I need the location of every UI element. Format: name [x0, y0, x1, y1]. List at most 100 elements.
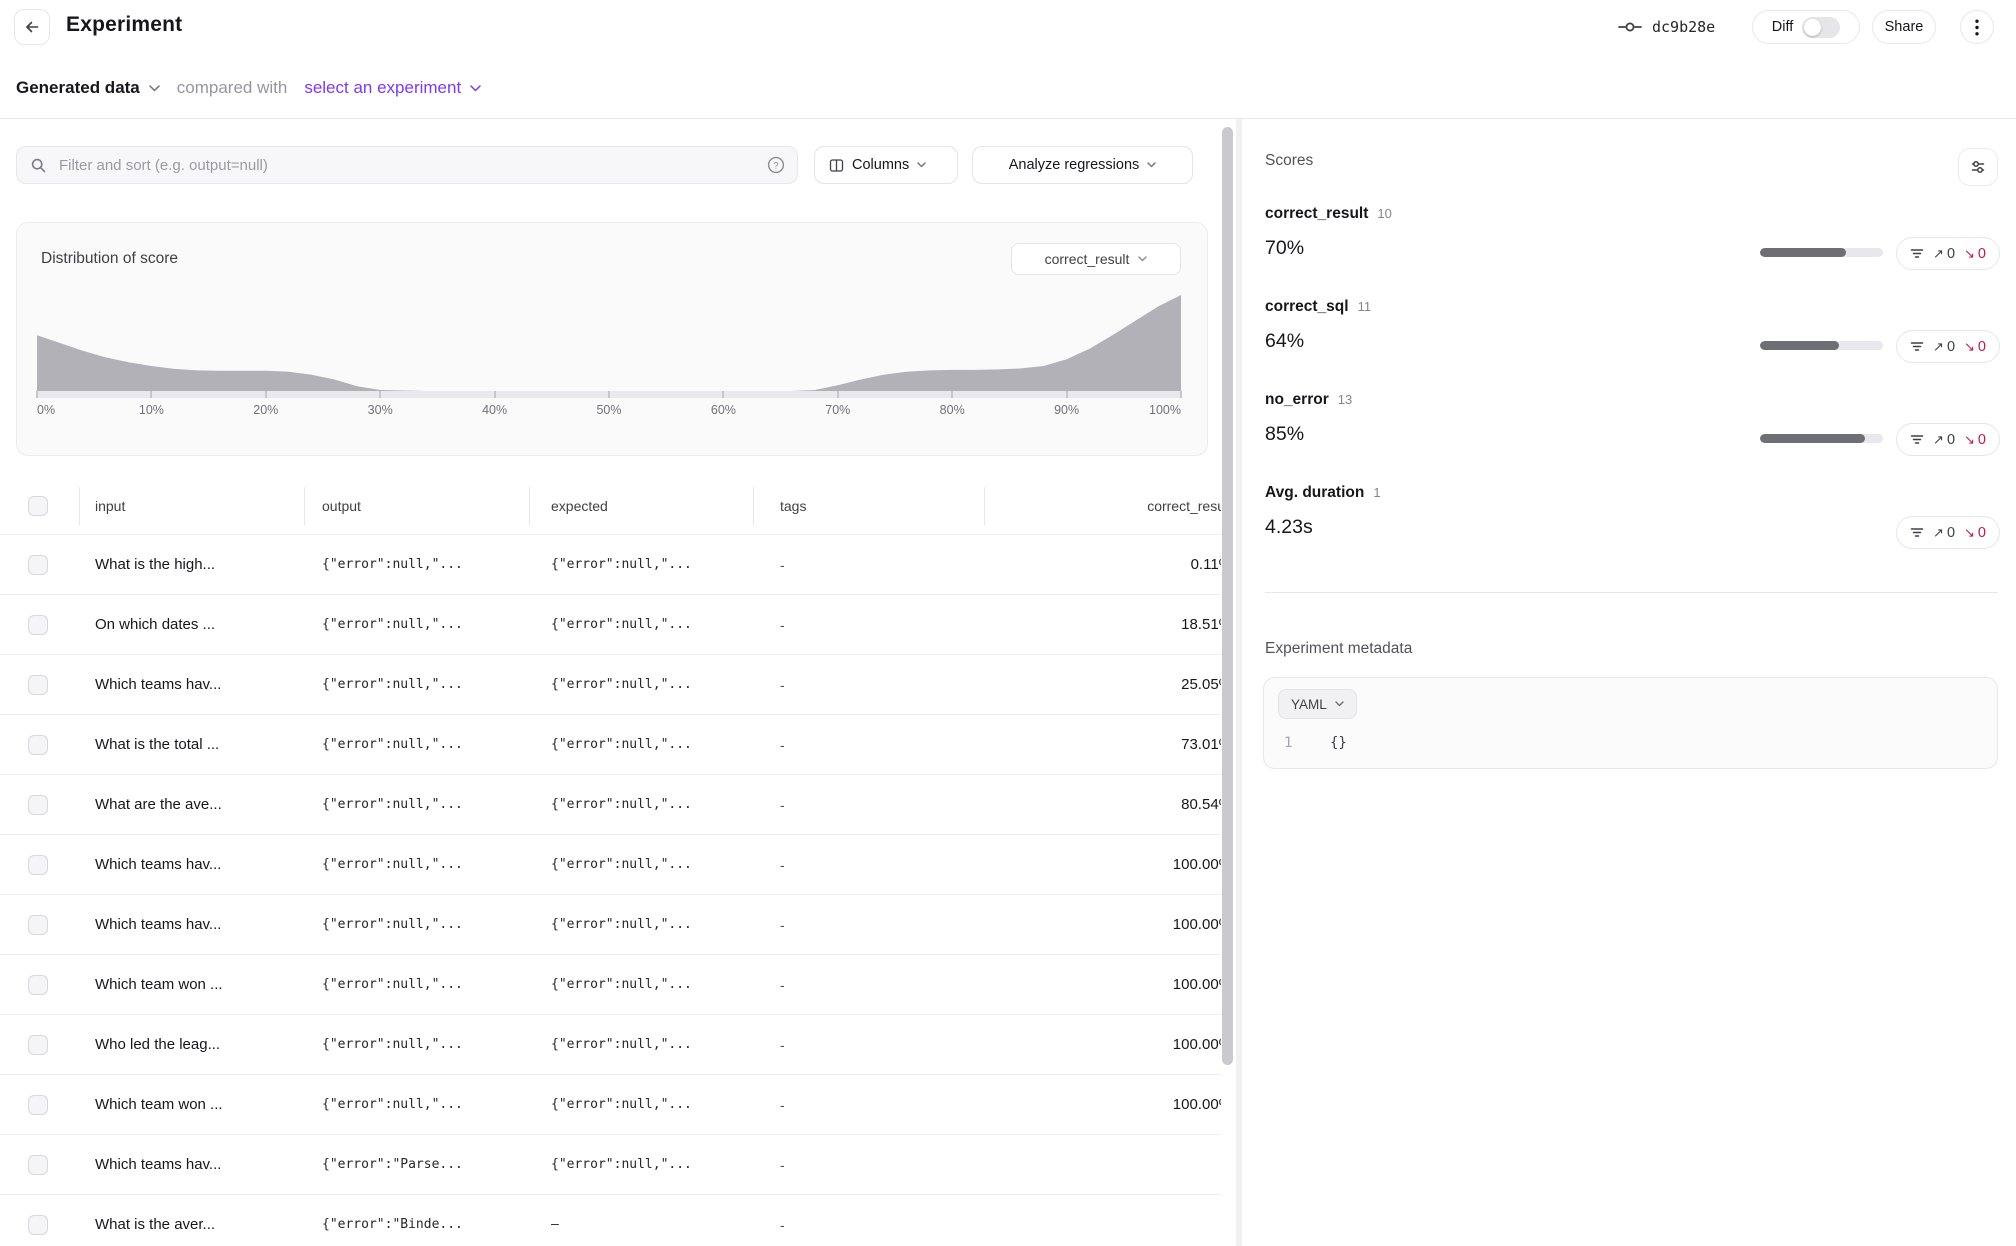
score-actions: ↗0 ↘0 — [1896, 330, 2000, 363]
base-experiment-dropdown[interactable]: Generated data — [16, 78, 160, 98]
diff-switch[interactable] — [1802, 17, 1840, 38]
filter-icon[interactable] — [1910, 340, 1924, 353]
filter-icon[interactable] — [1910, 526, 1924, 539]
select-experiment-dropdown[interactable]: select an experiment — [304, 78, 481, 98]
back-button[interactable] — [14, 9, 50, 45]
improvements-button[interactable]: ↗0 — [1933, 246, 1955, 262]
row-checkbox[interactable] — [28, 1095, 48, 1115]
row-checkbox[interactable] — [28, 675, 48, 695]
metadata-title: Experiment metadata — [1265, 640, 1412, 658]
compare-connector-label: compared with — [177, 78, 288, 98]
metadata-format-dropdown[interactable]: YAML — [1278, 689, 1357, 719]
cell-expected: {"error":null,"... — [551, 535, 751, 595]
x-axis-tick — [608, 391, 610, 398]
regressions-count: 0 — [1978, 246, 1986, 262]
improvements-count: 0 — [1947, 246, 1955, 262]
arrow-down-right-icon: ↘ — [1964, 246, 1975, 262]
metadata-card: YAML 1 {} — [1263, 677, 1998, 769]
columns-icon — [829, 158, 844, 173]
score-name: no_error — [1265, 391, 1329, 409]
filter-field: ? — [16, 146, 798, 184]
cell-output: {"error":null,"... — [322, 595, 522, 655]
cell-tags: - — [780, 715, 930, 775]
cell-expected: {"error":null,"... — [551, 715, 751, 775]
table-row[interactable]: What is the aver... {"error":"Binde... –… — [0, 1195, 1221, 1246]
cell-tags: - — [780, 895, 930, 955]
regressions-button[interactable]: ↘0 — [1964, 246, 1986, 262]
column-header-expected[interactable]: expected — [551, 478, 608, 535]
row-checkbox[interactable] — [28, 915, 48, 935]
table-row[interactable]: What is the total ... {"error":null,"...… — [0, 715, 1221, 775]
vertical-scrollbar-thumb[interactable] — [1222, 127, 1233, 1065]
cell-tags: - — [780, 835, 930, 895]
score-progress-fill — [1760, 341, 1839, 350]
filter-icon[interactable] — [1910, 247, 1924, 260]
score-progress-bar — [1760, 248, 1883, 257]
cell-input: Which teams hav... — [95, 655, 300, 715]
metadata-code[interactable]: {} — [1330, 735, 1347, 751]
regressions-button[interactable]: ↘0 — [1964, 525, 1986, 541]
column-header-tags[interactable]: tags — [780, 478, 806, 535]
table-row[interactable]: Which teams hav... {"error":"Parse... {"… — [0, 1135, 1221, 1195]
column-header-output[interactable]: output — [322, 478, 361, 535]
regressions-button[interactable]: ↘0 — [1964, 432, 1986, 448]
column-header-score[interactable]: correct_result — [984, 478, 1221, 535]
row-checkbox[interactable] — [28, 1155, 48, 1175]
analyze-regressions-button[interactable]: Analyze regressions — [972, 146, 1193, 184]
x-axis-label: 70% — [825, 403, 850, 417]
table-row[interactable]: What is the high... {"error":null,"... {… — [0, 535, 1221, 595]
row-checkbox[interactable] — [28, 855, 48, 875]
commit-info: dc9b28e — [1618, 12, 1715, 42]
x-axis-tick — [36, 391, 38, 398]
score-block: no_error 13 85% ↗0 ↘0 — [1265, 391, 2000, 461]
row-checkbox[interactable] — [28, 555, 48, 575]
table-row[interactable]: On which dates ... {"error":null,"... {"… — [0, 595, 1221, 655]
commit-hash: dc9b28e — [1652, 18, 1715, 36]
row-checkbox[interactable] — [28, 975, 48, 995]
cell-output: {"error":null,"... — [322, 775, 522, 835]
x-axis-labels: 0%10%20%30%40%50%60%70%80%90%100% — [37, 403, 1181, 419]
improvements-button[interactable]: ↗0 — [1933, 339, 1955, 355]
column-divider — [529, 487, 530, 525]
score-count: 11 — [1358, 299, 1372, 314]
diff-toggle-button[interactable]: Diff — [1752, 10, 1860, 44]
help-icon[interactable]: ? — [767, 156, 785, 174]
row-checkbox[interactable] — [28, 615, 48, 635]
table-row[interactable]: What are the ave... {"error":null,"... {… — [0, 775, 1221, 835]
cell-tags: - — [780, 1135, 930, 1195]
select-all-checkbox[interactable] — [28, 496, 48, 516]
more-options-button[interactable] — [1960, 10, 1994, 44]
table-row[interactable]: Which team won ... {"error":null,"... {"… — [0, 955, 1221, 1015]
filter-icon[interactable] — [1910, 433, 1924, 446]
column-header-input[interactable]: input — [95, 478, 125, 535]
regressions-count: 0 — [1978, 339, 1986, 355]
cell-input: Which team won ... — [95, 1075, 300, 1135]
filter-input[interactable] — [16, 146, 798, 184]
score-block: correct_sql 11 64% ↗0 ↘0 — [1265, 298, 2000, 368]
row-checkbox[interactable] — [28, 1035, 48, 1055]
table-row[interactable]: Which teams hav... {"error":null,"... {"… — [0, 835, 1221, 895]
improvements-button[interactable]: ↗0 — [1933, 525, 1955, 541]
improvements-count: 0 — [1947, 339, 1955, 355]
columns-label: Columns — [852, 157, 909, 173]
table-row[interactable]: Who led the leag... {"error":null,"... {… — [0, 1015, 1221, 1075]
x-axis-label: 10% — [139, 403, 164, 417]
share-label: Share — [1885, 19, 1924, 35]
row-checkbox[interactable] — [28, 1215, 48, 1235]
score-settings-button[interactable] — [1958, 148, 1998, 186]
x-axis-label: 30% — [368, 403, 393, 417]
share-button[interactable]: Share — [1872, 10, 1936, 44]
analyze-regressions-label: Analyze regressions — [1009, 157, 1140, 173]
improvements-button[interactable]: ↗0 — [1933, 432, 1955, 448]
row-checkbox[interactable] — [28, 795, 48, 815]
table-row[interactable]: Which teams hav... {"error":null,"... {"… — [0, 895, 1221, 955]
row-checkbox[interactable] — [28, 735, 48, 755]
x-axis-label: 40% — [482, 403, 507, 417]
score-selector-dropdown[interactable]: correct_result — [1011, 243, 1181, 275]
scrollbar-track — [1236, 119, 1242, 1246]
regressions-button[interactable]: ↘0 — [1964, 339, 1986, 355]
x-axis-tick — [379, 391, 381, 398]
table-row[interactable]: Which team won ... {"error":null,"... {"… — [0, 1075, 1221, 1135]
table-row[interactable]: Which teams hav... {"error":null,"... {"… — [0, 655, 1221, 715]
columns-button[interactable]: Columns — [814, 146, 958, 184]
